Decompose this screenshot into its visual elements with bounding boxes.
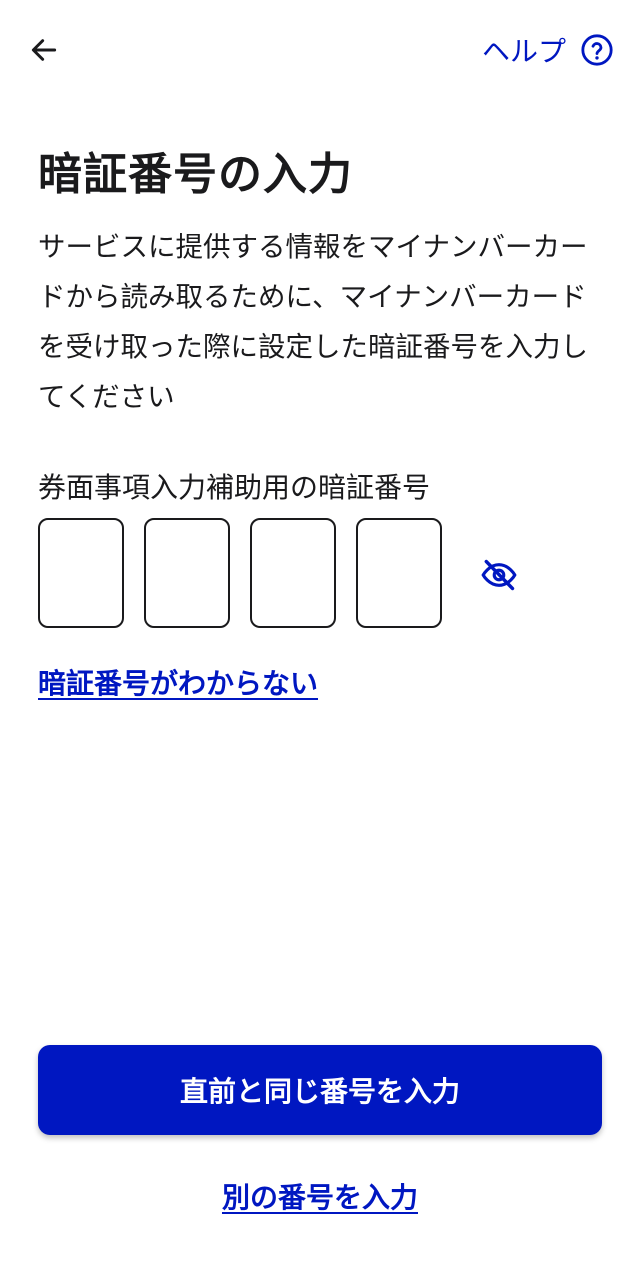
pin-digit-3[interactable]: [250, 518, 336, 628]
pin-input-group: [38, 518, 442, 628]
pin-digit-4[interactable]: [356, 518, 442, 628]
enter-different-pin-link[interactable]: 別の番号を入力: [0, 1176, 640, 1216]
description-text: サービスに提供する情報をマイナンバーカードから読み取るために、マイナンバーカード…: [38, 231, 588, 413]
back-button[interactable]: [24, 30, 64, 70]
pin-visibility-toggle[interactable]: [480, 556, 518, 594]
enter-different-pin-label: 別の番号を入力: [221, 1181, 418, 1214]
reuse-previous-pin-label: 直前と同じ番号を入力: [179, 1075, 460, 1108]
reuse-previous-pin-button[interactable]: 直前と同じ番号を入力: [38, 1045, 602, 1135]
page-title: 暗証番号の入力: [38, 149, 353, 200]
help-link[interactable]: ヘルプ: [482, 30, 614, 70]
question-circle-icon: [580, 33, 614, 67]
eye-off-icon: [481, 559, 517, 591]
pin-digit-2[interactable]: [144, 518, 230, 628]
help-label: ヘルプ: [481, 35, 566, 68]
forgot-pin-link[interactable]: 暗証番号がわからない: [38, 662, 318, 702]
arrow-left-icon: [31, 39, 57, 61]
pin-digit-1[interactable]: [38, 518, 124, 628]
pin-field-label: 券面事項入力補助用の暗証番号: [38, 471, 431, 504]
pin-entry-screen: ヘルプ 暗証番号の入力 サービスに提供する情報をマイナンバーカードから読み取るた…: [0, 0, 640, 1280]
